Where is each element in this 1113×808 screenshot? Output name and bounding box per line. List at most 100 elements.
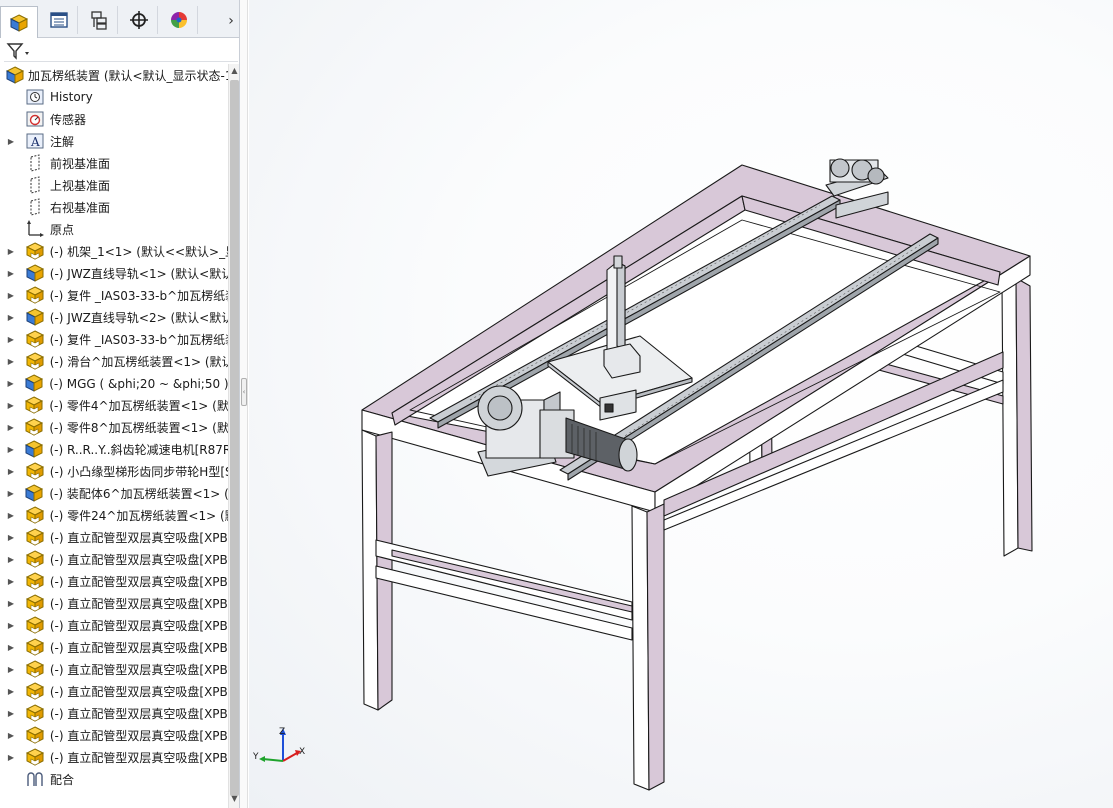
- tree-item-label: 前视基准面: [50, 156, 111, 171]
- tree-item[interactable]: ▶ (-) 直立配管型双层真空吸盘[XPBI: [0, 614, 229, 636]
- tree-item[interactable]: ▶ (-) 零件4^加瓦楞纸装置<1> (默认: [0, 394, 229, 416]
- frame-leg-front-right: [631, 503, 665, 791]
- tree-item-label: (-) R..R..Y..斜齿轮减速电机[R87R5: [49, 442, 229, 457]
- tree-item[interactable]: ▶ (-) 小凸缘型梯形齿同步带轮H型[S: [0, 460, 229, 482]
- tree-item-label: (-) 直立配管型双层真空吸盘[XPBI: [49, 640, 229, 655]
- tree-item[interactable]: ▶ (-) 零件8^加瓦楞纸装置<1> (默认: [0, 416, 229, 438]
- part-icon: [24, 329, 46, 349]
- expand-arrow-icon[interactable]: ▶: [6, 291, 16, 300]
- expand-arrow-icon[interactable]: ▶: [6, 511, 16, 520]
- tree-filter-box[interactable]: [4, 40, 238, 62]
- expand-arrow-icon[interactable]: ▶: [6, 247, 16, 256]
- tree-item[interactable]: 传感器: [0, 108, 229, 130]
- tab-propertymanager[interactable]: [40, 6, 78, 34]
- part-icon: [24, 505, 46, 525]
- tree-item[interactable]: ▶ (-) 装配体6^加瓦楞纸装置<1> (默: [0, 482, 229, 504]
- cad-model-view[interactable]: [249, 0, 1113, 808]
- tree-root-item[interactable]: 加瓦楞纸装置 (默认<默认_显示状态-1>): [0, 64, 229, 86]
- configuration-icon: [90, 11, 107, 30]
- expand-arrow-icon[interactable]: ▶: [6, 423, 15, 432]
- tree-item[interactable]: ▶ (-) 复件 _IAS03-33-b^加瓦楞纸装: [0, 284, 229, 306]
- expand-arrow-icon[interactable]: ▶: [6, 665, 16, 674]
- expand-arrow-icon[interactable]: ▶: [6, 489, 15, 498]
- graphics-viewport[interactable]: Z Y X: [249, 0, 1113, 808]
- expand-arrow-icon[interactable]: ▶: [6, 445, 15, 454]
- tree-item[interactable]: ▶ (-) 直立配管型双层真空吸盘[XPBI: [0, 680, 229, 702]
- tree-item[interactable]: ▶ (-) 复件 _IAS03-33-b^加瓦楞纸装: [0, 328, 229, 350]
- expand-arrow-icon[interactable]: ▶: [6, 731, 16, 740]
- tree-item[interactable]: 配合: [0, 768, 229, 790]
- scroll-down-icon[interactable]: ▼: [229, 794, 239, 806]
- expand-arrow-icon[interactable]: ▶: [6, 357, 16, 366]
- expand-arrow-icon[interactable]: ▶: [6, 753, 16, 762]
- expand-arrow-icon[interactable]: ▶: [6, 401, 15, 410]
- tree-item[interactable]: ▶ (-) R..R..Y..斜齿轮减速电机[R87R5: [0, 438, 229, 460]
- expand-arrow-icon[interactable]: ▶: [6, 577, 16, 586]
- splitter-collapse-icon[interactable]: ‹: [241, 378, 247, 406]
- expand-arrow-icon[interactable]: ▶: [6, 709, 16, 718]
- sensor-icon: [24, 109, 46, 129]
- expand-arrow-icon[interactable]: ▶: [6, 335, 16, 344]
- tree-item-label: (-) JWZ直线导轨<2> (默认<默认: [49, 310, 229, 325]
- tree-item-label: (-) 装配体6^加瓦楞纸装置<1> (默: [49, 486, 229, 501]
- tree-item[interactable]: ▶ A 注解: [0, 130, 229, 152]
- annotation-icon: A: [24, 131, 46, 151]
- assembly-icon: [4, 65, 26, 85]
- tree-item[interactable]: ▶ (-) 直立配管型双层真空吸盘[XPBI: [0, 526, 229, 548]
- scrollbar-thumb[interactable]: [230, 80, 239, 796]
- tree-item-label: (-) JWZ直线导轨<1> (默认<默认: [49, 266, 229, 281]
- expand-arrow-icon[interactable]: ▶: [6, 269, 16, 278]
- tree-item[interactable]: ▶ (-) 滑台^加瓦楞纸装置<1> (默认: [0, 350, 229, 372]
- expand-arrow-icon[interactable]: ▶: [6, 533, 16, 542]
- tree-item[interactable]: History: [0, 86, 229, 108]
- tab-featuremanager[interactable]: [0, 6, 38, 38]
- expand-arrow-icon[interactable]: ▶: [6, 137, 16, 146]
- tree-item[interactable]: ▶ (-) 零件24^加瓦楞纸装置<1> (默: [0, 504, 229, 526]
- expand-arrow-icon[interactable]: ▶: [6, 687, 16, 696]
- tab-configurationmanager[interactable]: [80, 6, 118, 34]
- plane-icon: [24, 175, 46, 195]
- plane-icon: [24, 197, 46, 217]
- tree-item[interactable]: 上视基准面: [0, 174, 229, 196]
- expand-arrow-icon[interactable]: ▶: [6, 599, 16, 608]
- tree-item[interactable]: ▶ (-) 直立配管型双层真空吸盘[XPBI: [0, 724, 229, 746]
- tree-item[interactable]: 前视基准面: [0, 152, 229, 174]
- tree-item[interactable]: ▶ (-) 直立配管型双层真空吸盘[XPBI: [0, 592, 229, 614]
- tree-item[interactable]: ▶ (-) JWZ直线导轨<2> (默认<默认: [0, 306, 229, 328]
- tree-item[interactable]: ▶ (-) 机架_1<1> (默认<<默认>_显: [0, 240, 229, 262]
- tree-item-label: 传感器: [50, 112, 87, 127]
- tree-item-label: (-) 直立配管型双层真空吸盘[XPBI: [49, 552, 229, 567]
- tree-item-label: (-) 直立配管型双层真空吸盘[XPBI: [49, 684, 229, 699]
- tree-item[interactable]: ▶ (-) 直立配管型双层真空吸盘[XPBI: [0, 702, 229, 724]
- filter-funnel-icon[interactable]: [6, 41, 32, 61]
- expand-arrow-icon[interactable]: ▶: [6, 313, 16, 322]
- part-icon: [24, 659, 46, 679]
- tree-item[interactable]: ▶ (-) 直立配管型双层真空吸盘[XPBI: [0, 548, 229, 570]
- part-icon: [24, 241, 46, 261]
- tab-display-manager[interactable]: [160, 6, 198, 34]
- expand-arrow-icon[interactable]: ▶: [6, 621, 16, 630]
- tree-item[interactable]: 原点: [0, 218, 229, 240]
- tab-dimxpert[interactable]: [120, 6, 158, 34]
- tree-item[interactable]: ▶ (-) 直立配管型双层真空吸盘[XPBI: [0, 746, 229, 768]
- subassembly-icon: [24, 263, 46, 283]
- expand-arrow-icon[interactable]: ▶: [6, 379, 15, 388]
- tree-item[interactable]: ▶ (-) MGG ( &phi;20 ~ &phi;50 ) 带: [0, 372, 229, 394]
- panel-splitter[interactable]: ‹: [240, 0, 248, 808]
- tree-item[interactable]: ▶ (-) JWZ直线导轨<1> (默认<默认: [0, 262, 229, 284]
- tree-scrollbar[interactable]: ▲ ▼: [228, 64, 239, 808]
- tree-item-label: 原点: [50, 222, 75, 237]
- tree-item-label: (-) 零件24^加瓦楞纸装置<1> (默: [49, 508, 229, 523]
- expand-arrow-icon[interactable]: ▶: [6, 467, 16, 476]
- tree-item-label: (-) 直立配管型双层真空吸盘[XPBI: [49, 750, 229, 765]
- scroll-up-icon[interactable]: ▲: [229, 66, 239, 78]
- tree-item[interactable]: 右视基准面: [0, 196, 229, 218]
- expand-arrow-icon[interactable]: ▶: [6, 555, 16, 564]
- tree-item[interactable]: ▶ (-) 直立配管型双层真空吸盘[XPBI: [0, 658, 229, 680]
- tab-scroll-right-icon[interactable]: ›: [224, 10, 238, 32]
- tree-item[interactable]: ▶ (-) 直立配管型双层真空吸盘[XPBI: [0, 636, 229, 658]
- orientation-triad: Z Y X: [252, 727, 305, 762]
- tree-item[interactable]: ▶ (-) 直立配管型双层真空吸盘[XPBI: [0, 570, 229, 592]
- expand-arrow-icon[interactable]: ▶: [6, 643, 16, 652]
- tree-item-label: 配合: [50, 772, 75, 787]
